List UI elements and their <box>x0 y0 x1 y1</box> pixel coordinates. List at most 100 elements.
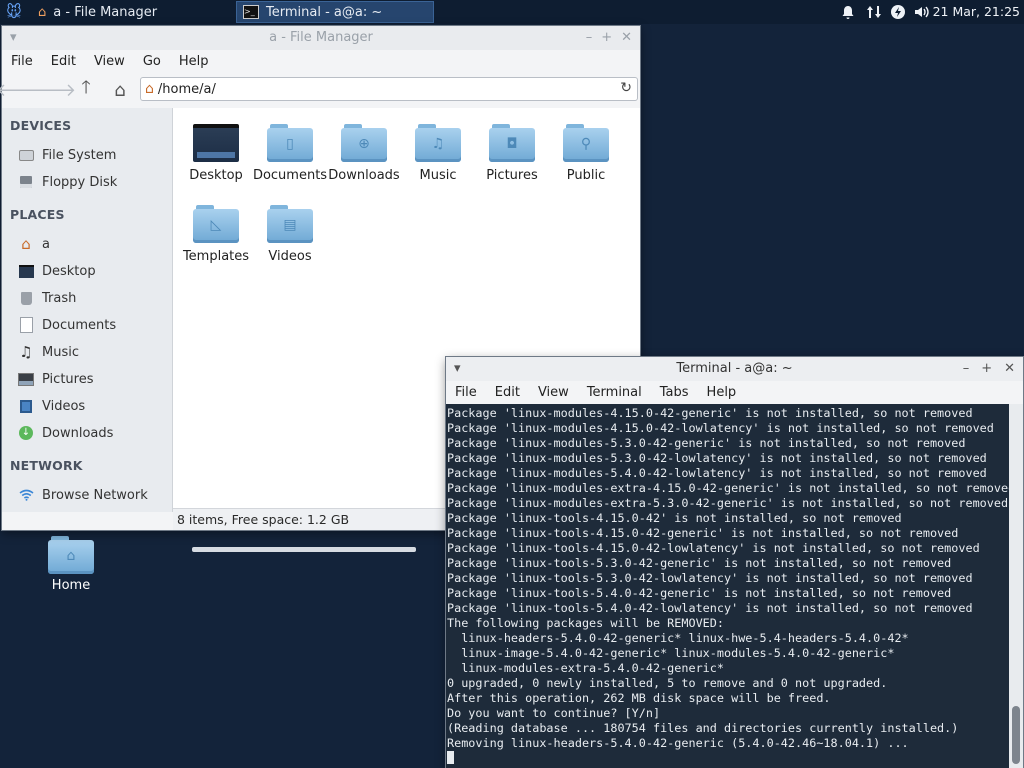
clock[interactable]: 21 Mar, 21:25 <box>933 0 1020 24</box>
terminal-line: Package 'linux-modules-5.4.0-42-lowlaten… <box>447 466 987 480</box>
bell-icon[interactable] <box>838 2 858 22</box>
maximize-button[interactable]: + <box>601 26 612 50</box>
maximize-button[interactable]: + <box>981 357 992 381</box>
videos-folder-icon: ▤ <box>267 205 313 243</box>
folder-item-music[interactable]: ♫ Music <box>403 124 473 183</box>
forward-button[interactable]: 🡒 <box>28 76 76 104</box>
terminal-line: Package 'linux-tools-5.4.0-42-lowlatency… <box>447 601 973 615</box>
volume-icon[interactable] <box>912 2 932 22</box>
terminal-titlebar[interactable]: ▾ Terminal - a@a: ~ – + ✕ <box>446 357 1023 381</box>
folder-item-templates[interactable]: ◺ Templates <box>181 205 251 264</box>
file-manager-titlebar[interactable]: ▾ a - File Manager – + ✕ <box>2 26 640 50</box>
window-menu-icon[interactable]: ▾ <box>454 357 461 381</box>
menu-file[interactable]: File <box>2 54 42 69</box>
menu-file[interactable]: File <box>446 385 486 400</box>
terminal-line: Package 'linux-tools-5.4.0-42-generic' i… <box>447 586 952 600</box>
home-icon: ⌂ <box>38 4 47 20</box>
terminal-line: Package 'linux-tools-4.15.0-42' is not i… <box>447 511 902 525</box>
menu-tabs[interactable]: Tabs <box>651 385 698 400</box>
xfce-logo-icon: 🐭 <box>6 3 22 21</box>
desktop-folder-icon <box>193 124 239 162</box>
terminal-window: ▾ Terminal - a@a: ~ – + ✕ File Edit View… <box>446 357 1023 768</box>
sidebar-item-videos[interactable]: Videos <box>18 396 85 416</box>
sidebar-item-music[interactable]: ♫ Music <box>18 342 79 362</box>
menu-help[interactable]: Help <box>698 385 746 400</box>
folder-label: Pictures <box>486 168 538 183</box>
applications-menu-button[interactable]: 🐭 <box>0 0 28 24</box>
terminal-line: linux-headers-5.4.0-42-generic* linux-hw… <box>447 631 909 645</box>
folder-item-videos[interactable]: ▤ Videos <box>255 205 325 264</box>
folder-item-public[interactable]: ⚲ Public <box>551 124 621 183</box>
reload-icon[interactable]: ↻ <box>620 80 632 96</box>
sidebar-item-downloads[interactable]: ↓ Downloads <box>18 423 113 443</box>
drive-icon <box>18 147 34 163</box>
sidebar-item-home[interactable]: ⌂ a <box>18 234 50 254</box>
close-button[interactable]: ✕ <box>621 26 632 50</box>
music-folder-icon: ♫ <box>415 124 461 162</box>
window-title: a - File Manager <box>269 30 373 45</box>
sidebar-item-label: Videos <box>42 398 86 414</box>
power-icon[interactable] <box>888 2 908 22</box>
documents-folder-icon: ▯ <box>267 124 313 162</box>
menu-view[interactable]: View <box>529 385 578 400</box>
terminal-line: Do you want to continue? [Y/n] <box>447 706 661 720</box>
minimize-button[interactable]: – <box>586 26 593 50</box>
folder-label: Documents <box>252 168 328 183</box>
scrollbar-thumb[interactable] <box>1012 706 1020 764</box>
wifi-icon <box>18 487 34 503</box>
menu-help[interactable]: Help <box>170 54 218 69</box>
folder-label: Templates <box>182 249 250 264</box>
terminal-output[interactable]: Package 'linux-modules-4.15.0-42-generic… <box>446 404 1009 768</box>
devices-heading: DEVICES <box>10 118 72 133</box>
taskbar-file-manager[interactable]: ⌂ a - File Manager <box>32 0 232 24</box>
window-title: Terminal - a@a: ~ <box>676 361 793 376</box>
minimize-button[interactable]: – <box>963 357 970 381</box>
picture-icon <box>18 371 34 387</box>
close-button[interactable]: ✕ <box>1004 357 1015 381</box>
sidebar-item-label: a <box>42 236 50 252</box>
menu-edit[interactable]: Edit <box>42 54 85 69</box>
desktop-progress-bar <box>192 547 416 552</box>
menu-view[interactable]: View <box>85 54 134 69</box>
terminal-cursor <box>447 751 454 764</box>
sidebar-item-file-system[interactable]: File System <box>18 145 116 165</box>
location-bar[interactable]: ⌂ /home/a/ ↻ <box>140 77 638 101</box>
folder-item-desktop[interactable]: Desktop <box>181 124 251 183</box>
folder-label: Downloads <box>328 168 400 183</box>
folder-item-pictures[interactable]: ◘ Pictures <box>477 124 547 183</box>
sidebar-item-label: Documents <box>42 317 117 333</box>
folder-item-downloads[interactable]: ⊕ Downloads <box>328 124 400 183</box>
arrow-up-icon: 🡑 <box>81 77 91 98</box>
home-icon: ⌂ <box>21 235 31 253</box>
folder-label: Public <box>566 168 606 183</box>
desktop-home-icon[interactable]: ⌂ Home <box>40 536 102 593</box>
taskbar-terminal[interactable]: >_ Terminal - a@a: ~ <box>236 1 434 23</box>
places-heading: PLACES <box>10 207 65 222</box>
sidebar-item-trash[interactable]: Trash <box>18 288 76 308</box>
terminal-scrollbar[interactable] <box>1009 404 1023 768</box>
pictures-folder-icon: ◘ <box>489 124 535 162</box>
home-button[interactable]: ⌂ <box>106 76 134 104</box>
sidebar-item-documents[interactable]: Documents <box>18 315 116 335</box>
sidebar-item-label: Trash <box>42 290 77 306</box>
taskbar-label: Terminal - a@a: ~ <box>266 4 383 20</box>
sidebar-item-pictures[interactable]: Pictures <box>18 369 93 389</box>
menu-go[interactable]: Go <box>134 54 170 69</box>
menu-terminal[interactable]: Terminal <box>578 385 651 400</box>
sidebar-item-desktop[interactable]: Desktop <box>18 261 96 281</box>
floppy-icon <box>18 174 34 190</box>
terminal-line: Package 'linux-modules-extra-4.15.0-42-g… <box>447 481 1009 495</box>
network-icon[interactable] <box>864 2 884 22</box>
trash-icon <box>18 290 34 306</box>
up-button[interactable]: 🡑 <box>72 76 100 104</box>
sidebar-item-floppy-disk[interactable]: Floppy Disk <box>18 172 117 192</box>
document-icon <box>18 317 34 333</box>
home-icon: ⌂ <box>114 79 126 101</box>
terminal-line: Package 'linux-tools-5.3.0-42-generic' i… <box>447 556 952 570</box>
sidebar-item-browse-network[interactable]: Browse Network <box>18 485 148 505</box>
public-folder-icon: ⚲ <box>563 124 609 162</box>
folder-item-documents[interactable]: ▯ Documents <box>252 124 328 183</box>
location-path: /home/a/ <box>157 81 216 97</box>
window-menu-icon[interactable]: ▾ <box>10 26 17 50</box>
menu-edit[interactable]: Edit <box>486 385 529 400</box>
